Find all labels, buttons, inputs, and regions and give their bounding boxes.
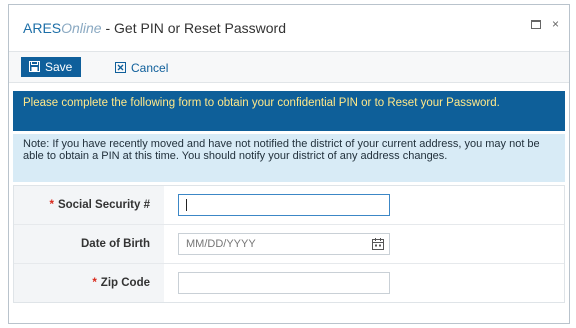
dialog-title: ARESOnline - Get PIN or Reset Password [23, 20, 286, 36]
form-row-zip: * Zip Code [14, 263, 564, 302]
dialog-title-text: - Get PIN or Reset Password [101, 20, 286, 36]
cancel-button[interactable]: Cancel [109, 57, 174, 77]
ssn-label: * Social Security # [14, 186, 164, 224]
brand-suffix: Online [61, 20, 102, 36]
save-button[interactable]: Save [21, 57, 82, 78]
ssn-input[interactable] [178, 194, 390, 216]
ssn-field-cell [164, 186, 564, 224]
ssn-label-text: Social Security # [57, 199, 150, 211]
address-note: Note: If you have recently moved and hav… [13, 134, 565, 182]
required-marker: * [92, 277, 97, 289]
calendar-icon[interactable] [372, 237, 384, 250]
zip-label: * Zip Code [14, 264, 164, 302]
zip-field-cell [164, 264, 564, 302]
brand-name: ARES [23, 20, 62, 36]
dob-label: Date of Birth [14, 225, 164, 263]
form-row-dob: Date of Birth [14, 224, 564, 263]
dob-input[interactable] [178, 233, 390, 255]
required-marker: * [49, 199, 54, 211]
pin-form: * Social Security # Date of Birth MM/DD/… [13, 185, 565, 303]
save-button-label: Save [45, 60, 73, 74]
pin-reset-dialog: ARESOnline - Get PIN or Reset Password ×… [8, 4, 570, 324]
dob-field-cell [164, 225, 564, 263]
dob-picker [178, 233, 390, 255]
cancel-icon [115, 59, 126, 79]
window-controls: × [515, 17, 559, 31]
zip-label-text: Zip Code [100, 277, 150, 289]
maximize-icon[interactable] [523, 17, 541, 31]
dialog-toolbar: Save Cancel [9, 51, 569, 83]
save-icon [29, 58, 40, 78]
dialog-titlebar: ARESOnline - Get PIN or Reset Password × [9, 5, 569, 49]
close-icon[interactable]: × [552, 17, 559, 31]
dob-label-text: Date of Birth [81, 238, 150, 250]
zip-input[interactable] [178, 272, 390, 294]
cancel-button-label: Cancel [131, 61, 169, 75]
text-cursor [186, 199, 187, 211]
instruction-banner: Please complete the following form to ob… [13, 91, 565, 131]
form-row-ssn: * Social Security # [14, 186, 564, 224]
